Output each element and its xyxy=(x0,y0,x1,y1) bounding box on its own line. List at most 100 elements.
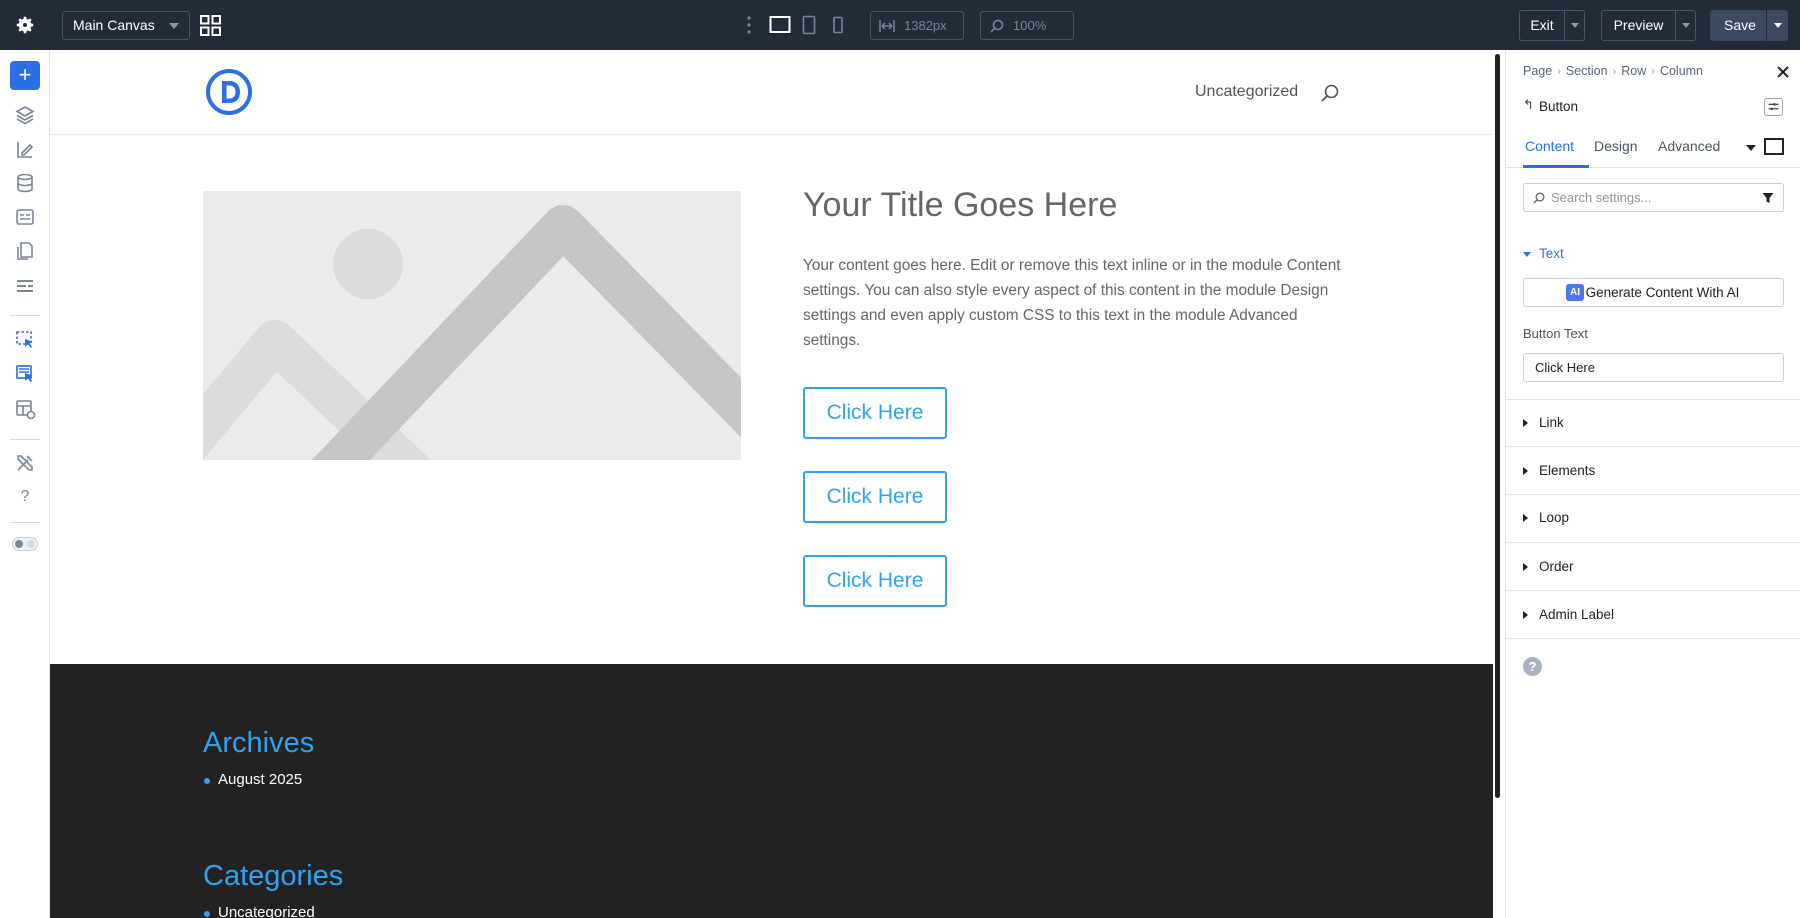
layout-icon[interactable] xyxy=(14,206,36,228)
zoom-field[interactable]: 100% xyxy=(980,11,1074,40)
tablet-view-icon[interactable] xyxy=(802,15,816,35)
top-toolbar: Main Canvas 1382px 100% Exit Preview Sav… xyxy=(0,0,1800,50)
exit-dropdown-toggle[interactable] xyxy=(1564,11,1584,40)
exit-button[interactable]: Exit xyxy=(1519,10,1585,41)
breadcrumb-section[interactable]: Section xyxy=(1566,64,1608,78)
divider xyxy=(10,439,40,440)
search-icon xyxy=(1533,192,1545,204)
group-elements[interactable]: Elements xyxy=(1523,463,1595,478)
canvas-select-value: Main Canvas xyxy=(73,17,155,33)
database-icon[interactable] xyxy=(14,172,36,194)
save-dropdown-toggle[interactable] xyxy=(1766,10,1788,41)
canvas-scrollbar[interactable] xyxy=(1495,54,1500,798)
tab-content[interactable]: Content xyxy=(1525,138,1574,154)
preview-label: Preview xyxy=(1613,17,1664,33)
page-canvas: Uncategorized Your Title Goes Here Your … xyxy=(50,50,1493,918)
breadcrumb-row[interactable]: Row xyxy=(1621,64,1646,78)
view-mode-icon[interactable] xyxy=(1764,138,1784,155)
sliders-icon xyxy=(1768,103,1779,111)
image-placeholder-icon xyxy=(203,191,741,460)
group-link[interactable]: Link xyxy=(1523,415,1564,430)
module-name[interactable]: Button xyxy=(1523,97,1578,114)
cta-button-2[interactable]: Click Here xyxy=(803,471,947,523)
layers-icon[interactable] xyxy=(14,104,36,126)
chevron-right-icon: › xyxy=(1612,66,1617,78)
desktop-view-icon[interactable] xyxy=(769,15,791,35)
categories-heading: Categories xyxy=(203,860,344,892)
group-order[interactable]: Order xyxy=(1523,559,1574,574)
tools-icon[interactable] xyxy=(14,452,36,474)
categories-link[interactable]: Uncategorized xyxy=(204,904,315,918)
generate-ai-label: Generate Content With AI xyxy=(1585,285,1740,300)
site-footer: Archives August 2025 Categories Uncatego… xyxy=(50,664,1493,918)
sections-icon[interactable] xyxy=(14,275,36,297)
search-placeholder: Search settings... xyxy=(1551,190,1652,205)
zoom-icon xyxy=(990,19,1004,33)
save-label: Save xyxy=(1724,17,1756,33)
canvas-select[interactable]: Main Canvas xyxy=(62,11,190,40)
breadcrumb-page[interactable]: Page xyxy=(1523,64,1552,78)
pages-icon[interactable] xyxy=(14,240,36,262)
width-arrows-icon xyxy=(879,20,895,32)
hero-title[interactable]: Your Title Goes Here xyxy=(803,186,1117,225)
canvas-width-field[interactable]: 1382px xyxy=(870,11,964,40)
breadcrumb-column[interactable]: Column xyxy=(1660,64,1703,78)
site-header: Uncategorized xyxy=(50,50,1493,135)
group-text[interactable]: Text xyxy=(1523,246,1564,261)
chevron-right-icon: › xyxy=(1557,66,1561,78)
placeholder-image[interactable] xyxy=(203,191,741,460)
multi-select-icon[interactable] xyxy=(14,363,36,385)
tab-advanced[interactable]: Advanced xyxy=(1658,138,1720,154)
cta-button-1[interactable]: Click Here xyxy=(803,387,947,439)
ai-icon: AI xyxy=(1566,284,1584,301)
filter-icon[interactable] xyxy=(1762,192,1774,204)
save-button[interactable]: Save xyxy=(1710,10,1788,41)
archives-heading: Archives xyxy=(203,727,315,759)
gear-icon[interactable] xyxy=(14,14,36,36)
grid-view-icon[interactable] xyxy=(200,15,221,36)
search-settings-input[interactable]: Search settings... xyxy=(1523,183,1784,212)
help-icon[interactable]: ? xyxy=(14,486,36,508)
divider xyxy=(10,315,40,316)
tab-design[interactable]: Design xyxy=(1594,138,1638,154)
preview-dropdown-toggle[interactable] xyxy=(1675,11,1695,40)
generate-ai-button[interactable]: AI Generate Content With AI xyxy=(1523,278,1784,307)
group-admin-label[interactable]: Admin Label xyxy=(1523,607,1614,622)
divider xyxy=(1506,542,1800,543)
settings-tabs: Content Design Advanced xyxy=(1506,130,1800,168)
module-options-icon[interactable] xyxy=(1764,98,1783,116)
archives-link[interactable]: August 2025 xyxy=(203,771,302,788)
select-element-icon[interactable] xyxy=(14,329,36,351)
group-loop[interactable]: Loop xyxy=(1523,510,1569,525)
preview-icon[interactable] xyxy=(14,398,36,420)
canvas-width-value: 1382px xyxy=(904,18,947,33)
button-text-field[interactable]: Click Here xyxy=(1523,353,1784,382)
help-icon[interactable]: ? xyxy=(1523,657,1542,676)
settings-panel: Page › Section › Row › Column Button Content D… xyxy=(1505,50,1800,918)
divider xyxy=(1506,399,1800,400)
theme-toggle-icon[interactable] xyxy=(12,537,38,551)
add-icon[interactable]: + xyxy=(10,61,40,90)
active-tab-indicator xyxy=(1523,165,1589,168)
divider xyxy=(1506,590,1800,591)
nav-item-uncategorized[interactable]: Uncategorized xyxy=(1195,83,1298,101)
preview-button[interactable]: Preview xyxy=(1601,10,1696,41)
exit-label: Exit xyxy=(1530,17,1554,33)
divider xyxy=(1506,446,1800,447)
more-options-icon[interactable] xyxy=(746,15,752,35)
site-logo[interactable] xyxy=(205,68,253,116)
phone-view-icon[interactable] xyxy=(832,15,844,35)
close-icon[interactable] xyxy=(1775,64,1791,80)
hero-text[interactable]: Your content goes here. Edit or remove t… xyxy=(803,253,1343,353)
button-text-label: Button Text xyxy=(1523,326,1588,341)
divider xyxy=(1506,638,1800,639)
zoom-value: 100% xyxy=(1013,18,1047,33)
breadcrumb: Page › Section › Row › Column xyxy=(1523,64,1703,78)
divider xyxy=(10,522,40,523)
theme-builder-icon[interactable] xyxy=(14,138,36,160)
chevron-right-icon: › xyxy=(1651,66,1655,78)
left-toolbar: + ? xyxy=(0,50,50,918)
cta-button-3[interactable]: Click Here xyxy=(803,555,947,607)
search-icon[interactable] xyxy=(1320,83,1340,103)
chevron-down-icon[interactable] xyxy=(1746,145,1756,151)
